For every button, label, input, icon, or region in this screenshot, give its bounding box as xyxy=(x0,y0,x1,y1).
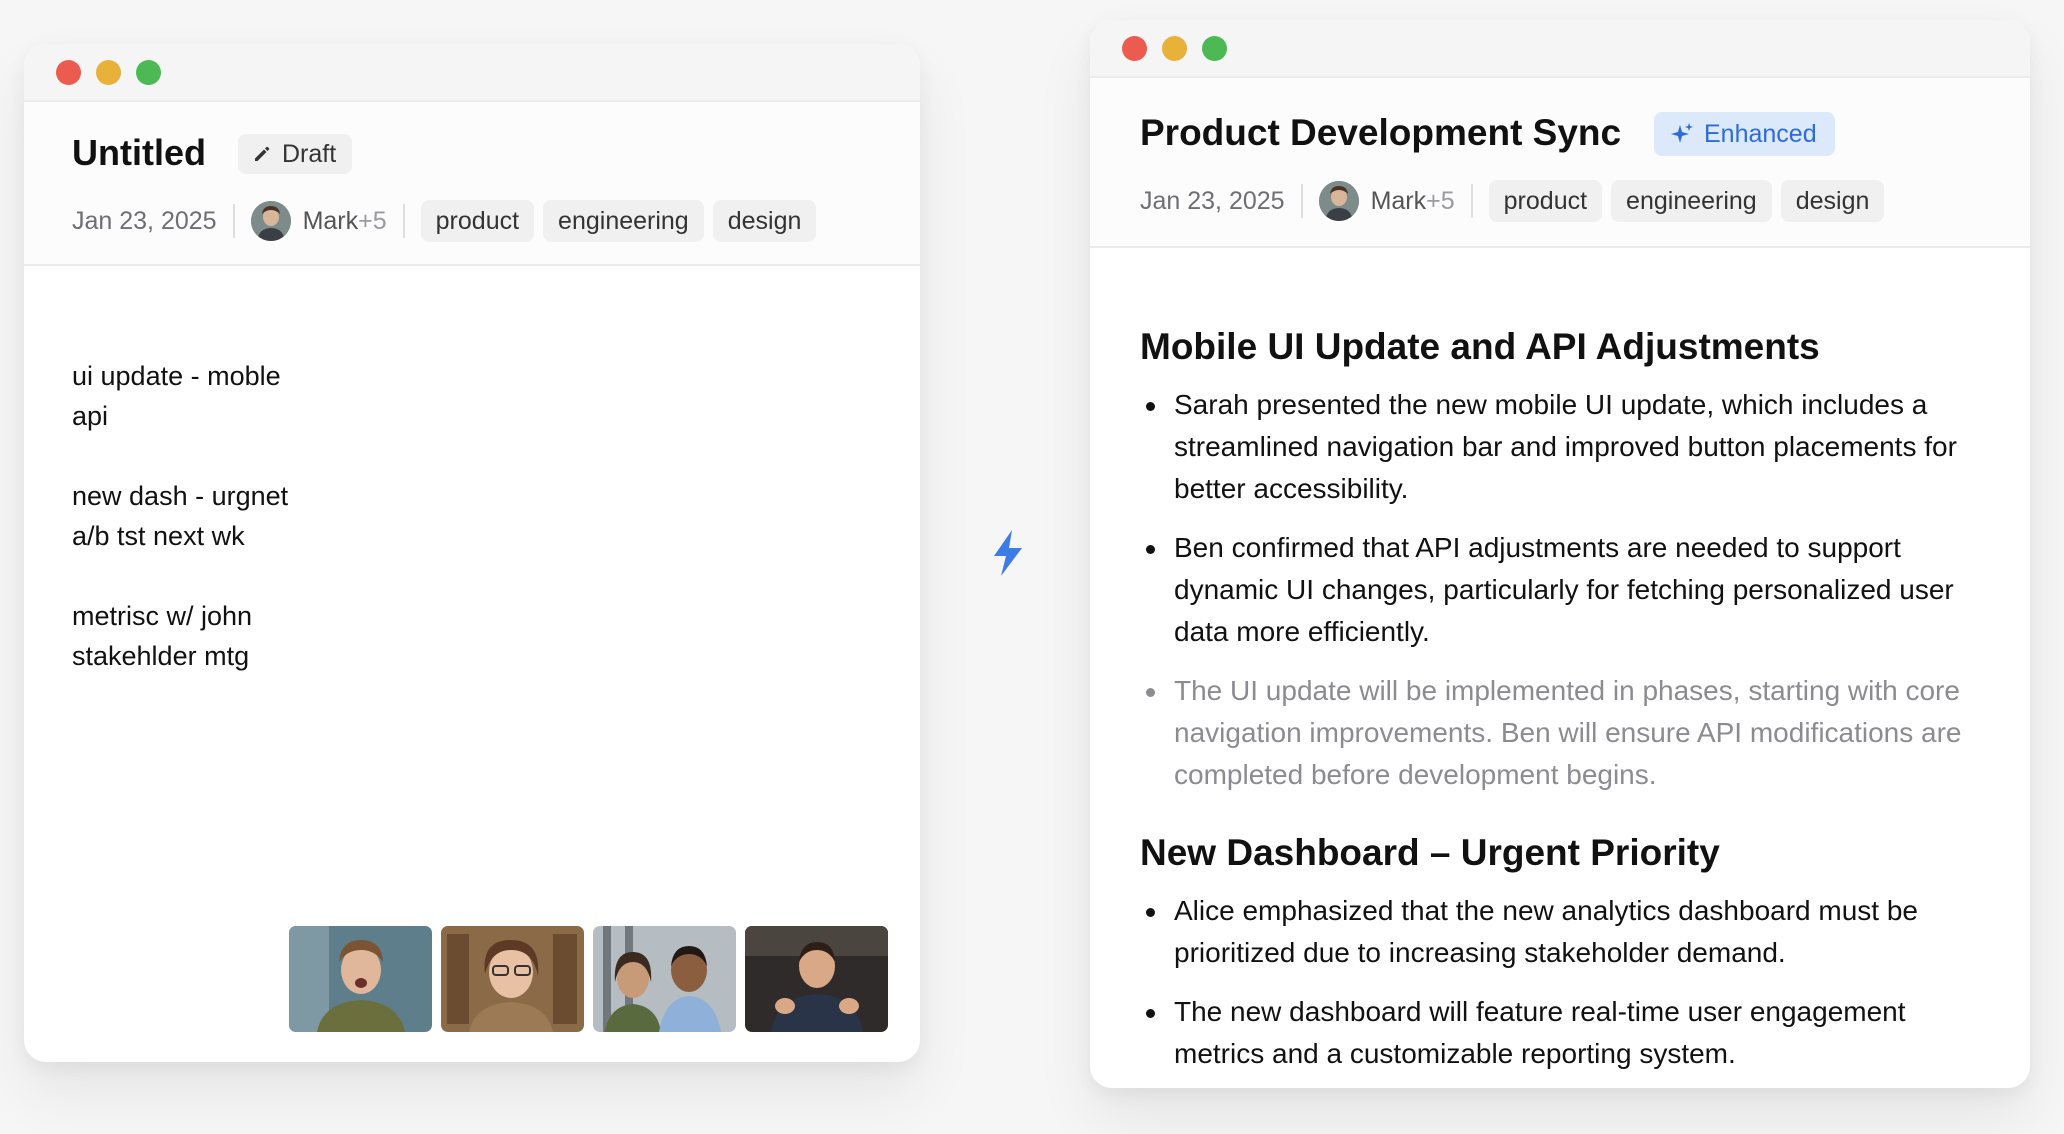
note-group: new dash - urgnet a/b tst next wk xyxy=(72,476,288,556)
tag-product[interactable]: product xyxy=(1488,180,1603,222)
close-window-button[interactable] xyxy=(56,60,81,85)
draft-badge-label: Draft xyxy=(282,139,337,168)
bullet-list: Alice emphasized that the new analytics … xyxy=(1140,890,1980,1075)
divider xyxy=(1300,184,1303,218)
tag-engineering[interactable]: engineering xyxy=(543,200,704,242)
tag-design[interactable]: design xyxy=(1780,180,1885,222)
bullet-item: Sarah presented the new mobile UI update… xyxy=(1140,384,1980,510)
draft-note-window: Untitled Draft Jan 23, 2025 Mark+5 produ… xyxy=(24,44,920,1062)
note-header: Product Development Sync Enhanced Jan 23… xyxy=(1090,78,2030,248)
divider xyxy=(232,204,235,238)
window-titlebar xyxy=(1090,20,2030,78)
window-titlebar xyxy=(24,44,920,102)
note-line: new dash - urgnet xyxy=(72,481,289,511)
bullet-item-pending: The UI update will be implemented in pha… xyxy=(1140,670,1980,796)
zoom-window-button[interactable] xyxy=(136,60,161,85)
participant-video-thumbnail[interactable] xyxy=(289,926,432,1032)
zoom-window-button[interactable] xyxy=(1202,36,1227,61)
note-date: Jan 23, 2025 xyxy=(72,206,217,235)
tag-engineering[interactable]: engineering xyxy=(1611,180,1772,222)
minimize-window-button[interactable] xyxy=(96,60,121,85)
bullet-list: Sarah presented the new mobile UI update… xyxy=(1140,384,1980,796)
tag-design[interactable]: design xyxy=(712,200,817,242)
section-heading: New Dashboard – Urgent Priority xyxy=(1140,832,1720,873)
note-header: Untitled Draft Jan 23, 2025 Mark+5 produ… xyxy=(24,102,920,266)
note-line: ui update - moble xyxy=(72,361,281,391)
participant-video-thumbnail[interactable] xyxy=(441,926,584,1032)
bullet-item: Alice emphasized that the new analytics … xyxy=(1140,890,1980,974)
enhanced-note-body[interactable]: Mobile UI Update and API Adjustments Sar… xyxy=(1140,306,1980,1088)
note-line: stakehlder mtg xyxy=(72,641,250,671)
note-title[interactable]: Product Development Sync xyxy=(1140,112,1621,154)
participant-video-thumbnail[interactable] xyxy=(745,926,888,1032)
note-line: metrisc w/ john xyxy=(72,601,253,631)
note-line: a/b tst next wk xyxy=(72,521,245,551)
enhanced-badge: Enhanced xyxy=(1654,112,1835,156)
tag-product[interactable]: product xyxy=(420,200,535,242)
note-group: metrisc w/ john stakehlder mtg xyxy=(72,596,288,676)
participants-label[interactable]: Mark+5 xyxy=(303,207,387,236)
enhanced-badge-label: Enhanced xyxy=(1704,119,1817,148)
note-body-editor[interactable]: ui update - moble api new dash - urgnet … xyxy=(72,356,288,716)
participant-video-strip xyxy=(280,926,888,1032)
avatar xyxy=(250,201,291,241)
avatar xyxy=(1318,181,1359,221)
divider xyxy=(402,204,405,238)
note-group: ui update - moble api xyxy=(72,356,288,436)
bullet-item: The new dashboard will feature real-time… xyxy=(1140,991,1980,1075)
close-window-button[interactable] xyxy=(1122,36,1147,61)
enhanced-note-window: Product Development Sync Enhanced Jan 23… xyxy=(1090,20,2030,1088)
note-date: Jan 23, 2025 xyxy=(1140,186,1285,215)
draft-badge: Draft xyxy=(238,134,353,174)
participant-video-thumbnail[interactable] xyxy=(593,926,736,1032)
minimize-window-button[interactable] xyxy=(1162,36,1187,61)
bullet-item: Ben confirmed that API adjustments are n… xyxy=(1140,527,1980,653)
note-meta-row: Jan 23, 2025 Mark+5 product engineering … xyxy=(72,200,825,242)
section-heading: Mobile UI Update and API Adjustments xyxy=(1140,326,1820,367)
pencil-icon xyxy=(255,146,270,161)
participants-label[interactable]: Mark+5 xyxy=(1371,187,1455,216)
sparkles-icon xyxy=(1671,123,1693,143)
divider xyxy=(1470,184,1473,218)
note-title[interactable]: Untitled xyxy=(72,132,206,174)
note-line: api xyxy=(72,401,109,431)
lightning-bolt-icon xyxy=(988,528,1028,583)
note-meta-row: Jan 23, 2025 Mark+5 product engineering … xyxy=(1140,180,1893,222)
